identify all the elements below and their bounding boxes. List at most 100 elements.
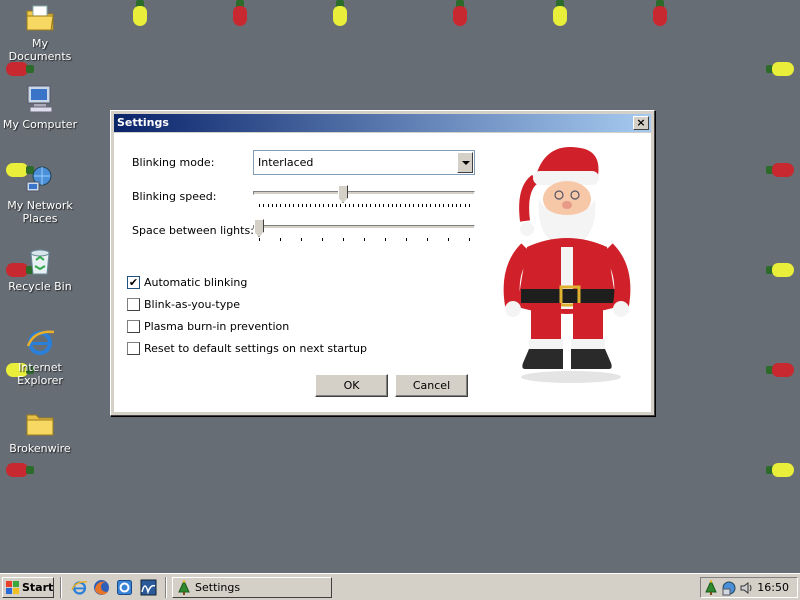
- checkbox-label: Blink-as-you-type: [144, 298, 240, 311]
- computer-icon: [27, 85, 53, 113]
- slider-tick: [306, 204, 308, 207]
- slider-track: [253, 191, 475, 195]
- checkbox-box[interactable]: [127, 298, 140, 311]
- slider-tick: [469, 204, 470, 207]
- ok-button[interactable]: OK: [315, 374, 388, 397]
- taskbar-separator: [60, 577, 62, 598]
- slider-tick: [276, 204, 278, 207]
- desktop-icon-brokenwire[interactable]: Brokenwire: [0, 407, 80, 455]
- slider-tick: [297, 204, 299, 207]
- slider-tick: [301, 204, 303, 207]
- cancel-button[interactable]: Cancel: [395, 374, 468, 397]
- slider-tick: [448, 238, 449, 241]
- slider-tick: [322, 238, 323, 241]
- slider-tick: [427, 238, 428, 241]
- desktop-icon-label: My Computer: [2, 118, 78, 131]
- christmas-light: [766, 363, 794, 377]
- slider-tick: [391, 204, 393, 207]
- christmas-light: [766, 62, 794, 76]
- slider-tick: [370, 204, 372, 207]
- volume-icon[interactable]: [739, 580, 755, 596]
- desktop-icon-my-network-places[interactable]: My Network Places: [0, 164, 80, 225]
- blink-as-you-type-checkbox[interactable]: Blink-as-you-type: [127, 298, 240, 312]
- close-button[interactable]: ×: [633, 116, 649, 130]
- task-label: Settings: [195, 581, 241, 594]
- slider-track: [253, 225, 475, 229]
- firefox-icon[interactable]: [93, 579, 110, 596]
- slider-ticks: [253, 204, 475, 208]
- blinking-mode-select[interactable]: Interlaced: [253, 150, 475, 175]
- christmas-light: [653, 0, 667, 26]
- checkbox-box[interactable]: ✔: [127, 276, 140, 289]
- automatic-blinking-checkbox[interactable]: ✔ Automatic blinking: [127, 276, 247, 290]
- slider-tick: [343, 238, 344, 241]
- slider-thumb[interactable]: [254, 219, 264, 237]
- checkbox-label: Automatic blinking: [144, 276, 248, 289]
- slider-tick: [331, 204, 333, 207]
- christmas-light: [766, 163, 794, 177]
- folder-icon: [26, 414, 54, 436]
- christmas-light: [766, 263, 794, 277]
- slider-tick: [280, 204, 282, 207]
- documents-folder-icon: [26, 5, 54, 31]
- blinking-mode-label: Blinking mode:: [132, 156, 215, 169]
- slider-tick: [404, 204, 406, 207]
- desktop-cleanup-icon[interactable]: [116, 579, 133, 596]
- slider-tick: [409, 204, 410, 207]
- slider-tick: [293, 204, 295, 207]
- slider-tick: [357, 204, 359, 207]
- network-icon: [26, 166, 52, 192]
- santa-claus-illustration: [503, 147, 631, 383]
- slider-tick: [469, 238, 470, 241]
- slider-tick: [259, 204, 260, 207]
- slider-tick: [271, 204, 273, 207]
- internet-explorer-icon[interactable]: [71, 579, 88, 596]
- checkbox-box[interactable]: [127, 320, 140, 333]
- slider-tick: [434, 204, 436, 207]
- christmas-light: [233, 0, 247, 26]
- desktop-icon-my-computer[interactable]: My Computer: [0, 83, 80, 131]
- desktop-icon-recycle-bin[interactable]: Recycle Bin: [0, 245, 80, 293]
- slider-thumb[interactable]: [338, 185, 348, 203]
- reset-to-defaults-checkbox[interactable]: Reset to default settings on next startu…: [127, 342, 367, 356]
- dialog-client-area: Blinking mode: Interlaced Blinking speed…: [114, 133, 651, 412]
- desktop-icon-label: Internet Explorer: [17, 361, 63, 387]
- slider-tick: [353, 204, 355, 207]
- desktop-icon-my-documents[interactable]: My Documents: [0, 2, 80, 63]
- plasma-burn-in-prevention-checkbox[interactable]: Plasma burn-in prevention: [127, 320, 289, 334]
- start-button[interactable]: Start: [2, 577, 54, 598]
- blinking-speed-slider[interactable]: [253, 185, 475, 209]
- network-status-icon[interactable]: [721, 580, 737, 596]
- slider-tick: [460, 204, 462, 207]
- slider-tick: [344, 204, 346, 207]
- clock[interactable]: 16:50: [757, 581, 789, 594]
- taskbar-separator: [165, 577, 167, 598]
- slider-tick: [421, 204, 423, 207]
- slider-tick: [319, 204, 320, 207]
- desktop-icon-label: My Documents: [8, 37, 72, 63]
- desktop-icon-label: Recycle Bin: [8, 280, 72, 293]
- taskbar-item-settings[interactable]: Settings: [172, 577, 332, 598]
- christmas-light: [553, 0, 567, 26]
- slider-tick: [456, 204, 458, 207]
- slider-tick: [301, 238, 302, 241]
- slider-tick: [327, 204, 329, 207]
- system-tray: 16:50: [700, 577, 798, 598]
- christmas-tree-icon[interactable]: [703, 580, 719, 596]
- slider-tick: [417, 204, 419, 207]
- space-between-lights-label: Space between lights:: [132, 224, 254, 237]
- slider-tick: [464, 204, 466, 207]
- slider-tick: [364, 238, 365, 241]
- slider-tick: [284, 204, 286, 207]
- waveform-app-icon[interactable]: [140, 579, 157, 596]
- slider-tick: [451, 204, 453, 207]
- desktop-icon-internet-explorer[interactable]: Internet Explorer: [0, 326, 80, 387]
- slider-tick: [336, 204, 338, 207]
- dropdown-arrow-icon[interactable]: [457, 152, 473, 173]
- blinking-speed-label: Blinking speed:: [132, 190, 217, 203]
- space-between-lights-slider[interactable]: [253, 219, 475, 243]
- checkbox-box[interactable]: [127, 342, 140, 355]
- christmas-light: [453, 0, 467, 26]
- christmas-light: [133, 0, 147, 26]
- dialog-titlebar[interactable]: Settings ×: [114, 114, 651, 132]
